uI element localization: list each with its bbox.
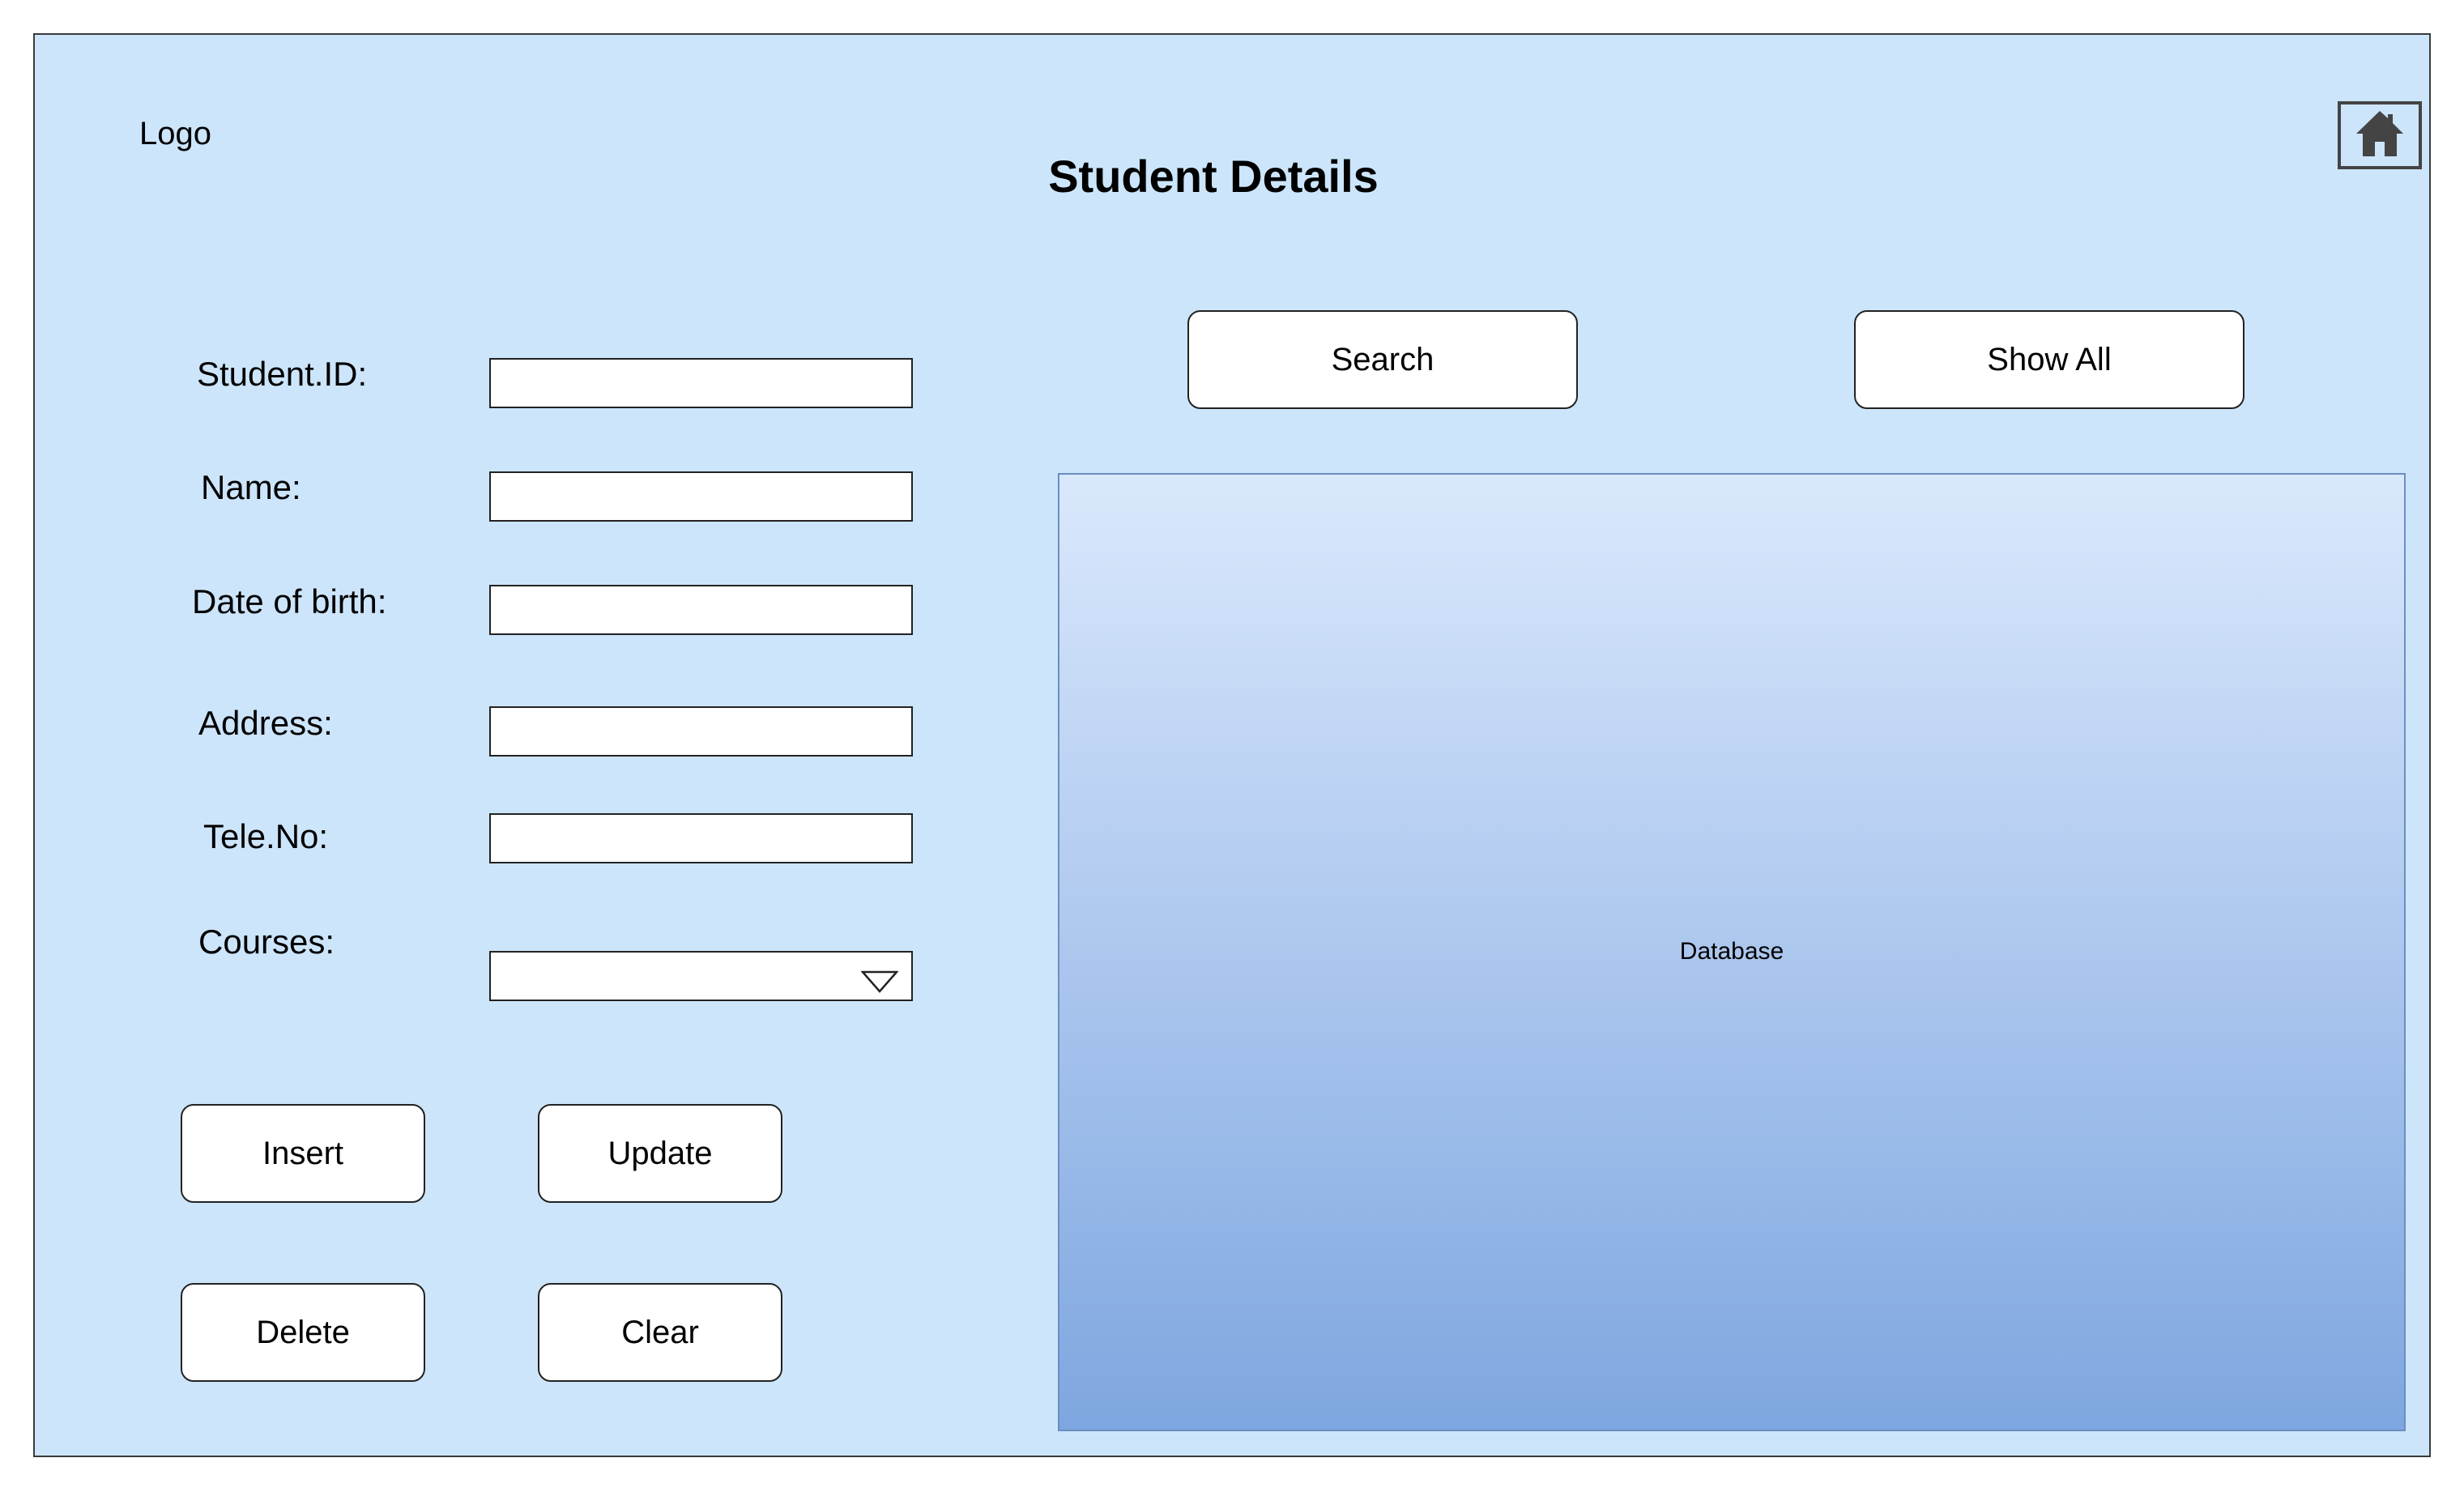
clear-button[interactable]: Clear [538,1283,782,1382]
logo: Logo [139,116,211,151]
student-id-label: Student.ID: [197,355,368,393]
name-input[interactable] [489,471,913,522]
dob-input[interactable] [489,585,913,635]
update-button[interactable]: Update [538,1104,782,1203]
insert-button[interactable]: Insert [181,1104,425,1203]
show-all-button[interactable]: Show All [1854,310,2244,409]
name-label: Name: [201,468,301,506]
database-panel[interactable]: Database [1058,473,2406,1431]
address-input[interactable] [489,706,913,757]
courses-label: Courses: [198,923,335,961]
database-label: Database [1679,938,1784,965]
home-icon [2355,109,2405,162]
search-button[interactable]: Search [1187,310,1578,409]
student-details-window: Logo Student Details Student.ID: Name: D… [33,33,2431,1457]
tele-input[interactable] [489,813,913,863]
courses-select[interactable] [489,951,913,1001]
tele-label: Tele.No: [203,817,329,855]
delete-button[interactable]: Delete [181,1283,425,1382]
home-button[interactable] [2338,101,2422,169]
chevron-down-icon[interactable] [860,966,899,1000]
address-label: Address: [198,704,333,742]
student-id-input[interactable] [489,358,913,408]
page-title: Student Details [1048,151,1379,202]
dob-label: Date of birth: [192,582,387,620]
